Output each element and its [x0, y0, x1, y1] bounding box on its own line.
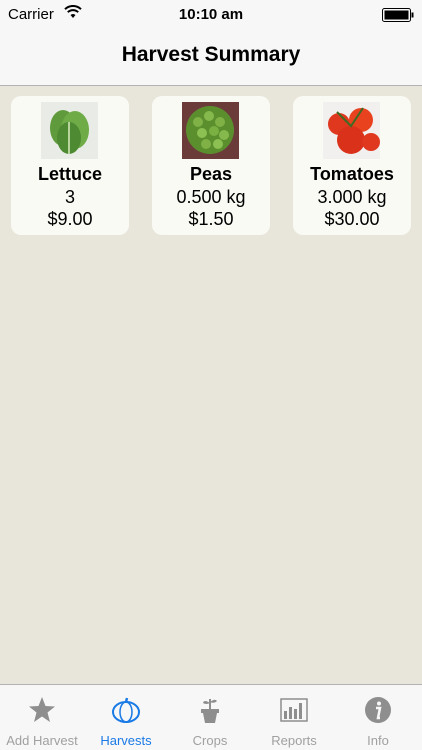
battery-icon — [382, 8, 414, 22]
harvest-value: $9.00 — [47, 209, 93, 229]
bar-chart-icon — [280, 698, 308, 722]
lettuce-photo — [41, 102, 98, 159]
tab-add-harvest[interactable]: Add Harvest — [0, 685, 84, 750]
tab-label: Info — [367, 733, 389, 748]
harvest-card-lettuce[interactable]: Lettuce 3 $9.00 — [11, 96, 129, 235]
star-icon — [29, 697, 55, 722]
clock: 10:10 am — [178, 6, 244, 23]
harvest-card-peas[interactable]: Peas 0.500 kg $1.50 — [152, 96, 270, 235]
tab-label: Crops — [192, 733, 228, 748]
tab-reports[interactable]: Reports — [252, 685, 336, 750]
pumpkin-icon — [112, 697, 140, 723]
page-title: Harvest Summary — [121, 43, 301, 66]
tab-info[interactable]: Info — [336, 685, 420, 750]
tab-bar: Add Harvest Harvests Crops Reports Info — [0, 684, 422, 750]
harvest-quantity: 3.000 kg — [317, 187, 387, 207]
tomatoes-photo — [323, 102, 380, 159]
harvest-card-tomatoes[interactable]: Tomatoes 3.000 kg $30.00 — [293, 96, 411, 235]
harvest-card-list: Lettuce 3 $9.00 Peas 0.500 kg $1.50 Toma… — [0, 96, 422, 236]
status-bar: Carrier 10:10 am — [0, 0, 422, 30]
harvest-value: $30.00 — [324, 209, 380, 229]
tab-harvests[interactable]: Harvests — [84, 685, 168, 750]
harvest-quantity: 3 — [64, 187, 75, 207]
crop-name: Lettuce — [37, 164, 102, 184]
crop-name: Peas — [189, 164, 233, 184]
top-bar: Carrier 10:10 am Harvest Summary — [0, 0, 422, 86]
info-icon — [365, 697, 391, 723]
tab-label: Add Harvest — [6, 733, 78, 748]
tab-label: Harvests — [100, 733, 152, 748]
peas-photo — [182, 102, 239, 159]
seedling-pot-icon — [201, 699, 219, 723]
tab-label: Reports — [271, 733, 317, 748]
harvest-quantity: 0.500 kg — [176, 187, 246, 207]
harvest-value: $1.50 — [188, 209, 234, 229]
crop-name: Tomatoes — [310, 164, 394, 184]
tab-crops[interactable]: Crops — [168, 685, 252, 750]
